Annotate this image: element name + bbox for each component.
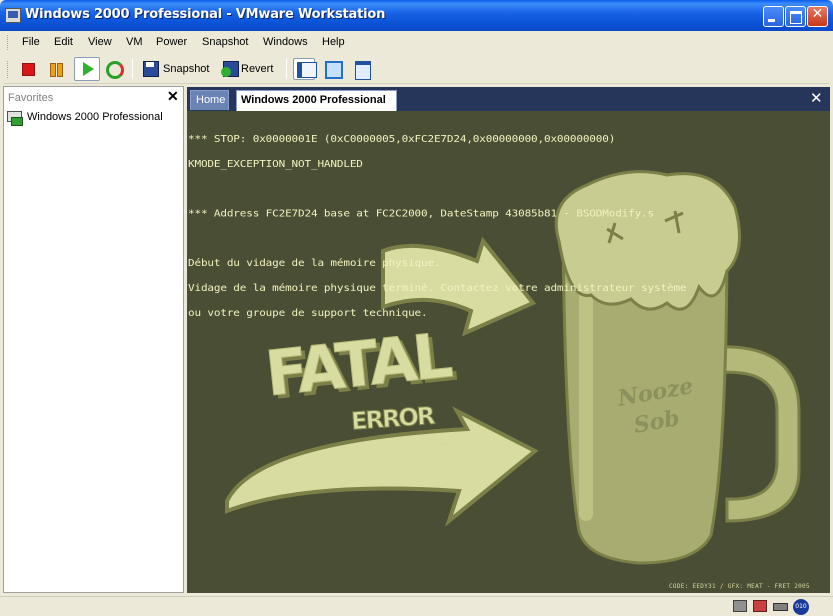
show-sidebar-icon[interactable] (293, 58, 317, 80)
mug-handle (713, 345, 801, 523)
favorites-close-icon[interactable]: ✕ (167, 88, 179, 105)
tab-windows-2000-label: Windows 2000 Professional (241, 94, 386, 106)
toolbar: Snapshot Revert (4, 54, 829, 84)
favorites-item-label: Windows 2000 Professional (27, 111, 163, 123)
vmware-app-icon[interactable] (5, 8, 21, 23)
revert-button[interactable]: Revert (241, 63, 273, 75)
menu-edit[interactable]: Edit (54, 36, 73, 48)
status-bar (0, 596, 833, 616)
title-bar: Windows 2000 Professional - VMware Works… (0, 0, 833, 31)
bsod-line: *** STOP: 0x0000001E (0xC0000005,0xFC2E7… (188, 132, 616, 145)
menu-grip (7, 35, 10, 50)
snapshot-button[interactable]: Snapshot (163, 63, 209, 75)
artwork-credits: CODE: EEDY31 / GFX: MEAT - FRET 2005 (669, 583, 810, 590)
virtual-machine-icon (7, 111, 23, 126)
bsod-line: Vidage de la mémoire physique terminé. C… (188, 281, 687, 294)
favorites-title: Favorites (8, 92, 54, 104)
minimize-button[interactable] (763, 6, 784, 27)
bsod-line: KMODE_EXCEPTION_NOT_HANDLED (188, 157, 363, 170)
close-button[interactable]: ✕ (807, 6, 828, 27)
tab-home-label: Home (196, 94, 226, 106)
bsod-line (188, 184, 686, 192)
suspend-icon[interactable] (46, 59, 66, 79)
snapshot-icon[interactable] (141, 59, 161, 79)
menu-power[interactable]: Power (156, 36, 187, 48)
power-off-icon[interactable] (18, 59, 38, 79)
floppy-icon[interactable] (772, 599, 788, 614)
menu-bar: File Edit View VM Power Snapshot Windows… (4, 31, 829, 54)
menu-view[interactable]: View (88, 36, 112, 48)
menu-windows[interactable]: Windows (263, 36, 308, 48)
bsod-message: *** STOP: 0x0000001E (0xC0000005,0xFC2E7… (188, 118, 687, 333)
hard-disk-icon[interactable] (732, 599, 748, 614)
network-icon[interactable] (793, 599, 811, 616)
close-icon: ✕ (811, 6, 824, 22)
tab-strip: Home Windows 2000 Professional ✕ (187, 87, 830, 111)
quick-switch-icon[interactable] (352, 58, 374, 80)
close-tab-icon[interactable]: ✕ (810, 89, 823, 107)
menu-snapshot[interactable]: Snapshot (202, 36, 248, 48)
favorites-header: Favorites ✕ (4, 87, 183, 107)
toolbar-separator (132, 59, 133, 79)
bsod-line: ou votre groupe de support technique. (188, 306, 428, 319)
window-title: Windows 2000 Professional - VMware Works… (25, 7, 386, 22)
toolbar-separator (286, 59, 287, 79)
cd-rom-icon[interactable] (752, 599, 768, 614)
vm-console[interactable]: FATAL FATAL ERROR Nooze Sob *** STOP: 0x… (187, 111, 830, 593)
power-on-icon[interactable] (74, 57, 100, 81)
favorites-item-windows-2000[interactable]: Windows 2000 Professional (6, 109, 163, 126)
full-screen-icon[interactable] (322, 58, 344, 80)
tab-windows-2000[interactable]: Windows 2000 Professional (236, 90, 397, 111)
bsod-line: Début du vidage de la mémoire physique. (188, 256, 441, 269)
reset-icon[interactable] (104, 59, 124, 79)
tab-home[interactable]: Home (190, 90, 229, 110)
menu-file[interactable]: File (22, 36, 40, 48)
bsod-line (188, 234, 686, 242)
bsod-line: *** Address FC2E7D24 base at FC2C2000, D… (188, 207, 655, 220)
artwork-signature: // BMPSOD (424, 441, 462, 449)
error-text: ERROR (350, 402, 436, 436)
toolbar-grip (7, 61, 10, 78)
favorites-pane: Favorites ✕ Windows 2000 Professional (3, 86, 184, 593)
maximize-button[interactable] (785, 6, 806, 27)
menu-help[interactable]: Help (322, 36, 345, 48)
revert-icon[interactable] (221, 59, 241, 79)
menu-vm[interactable]: VM (126, 36, 143, 48)
